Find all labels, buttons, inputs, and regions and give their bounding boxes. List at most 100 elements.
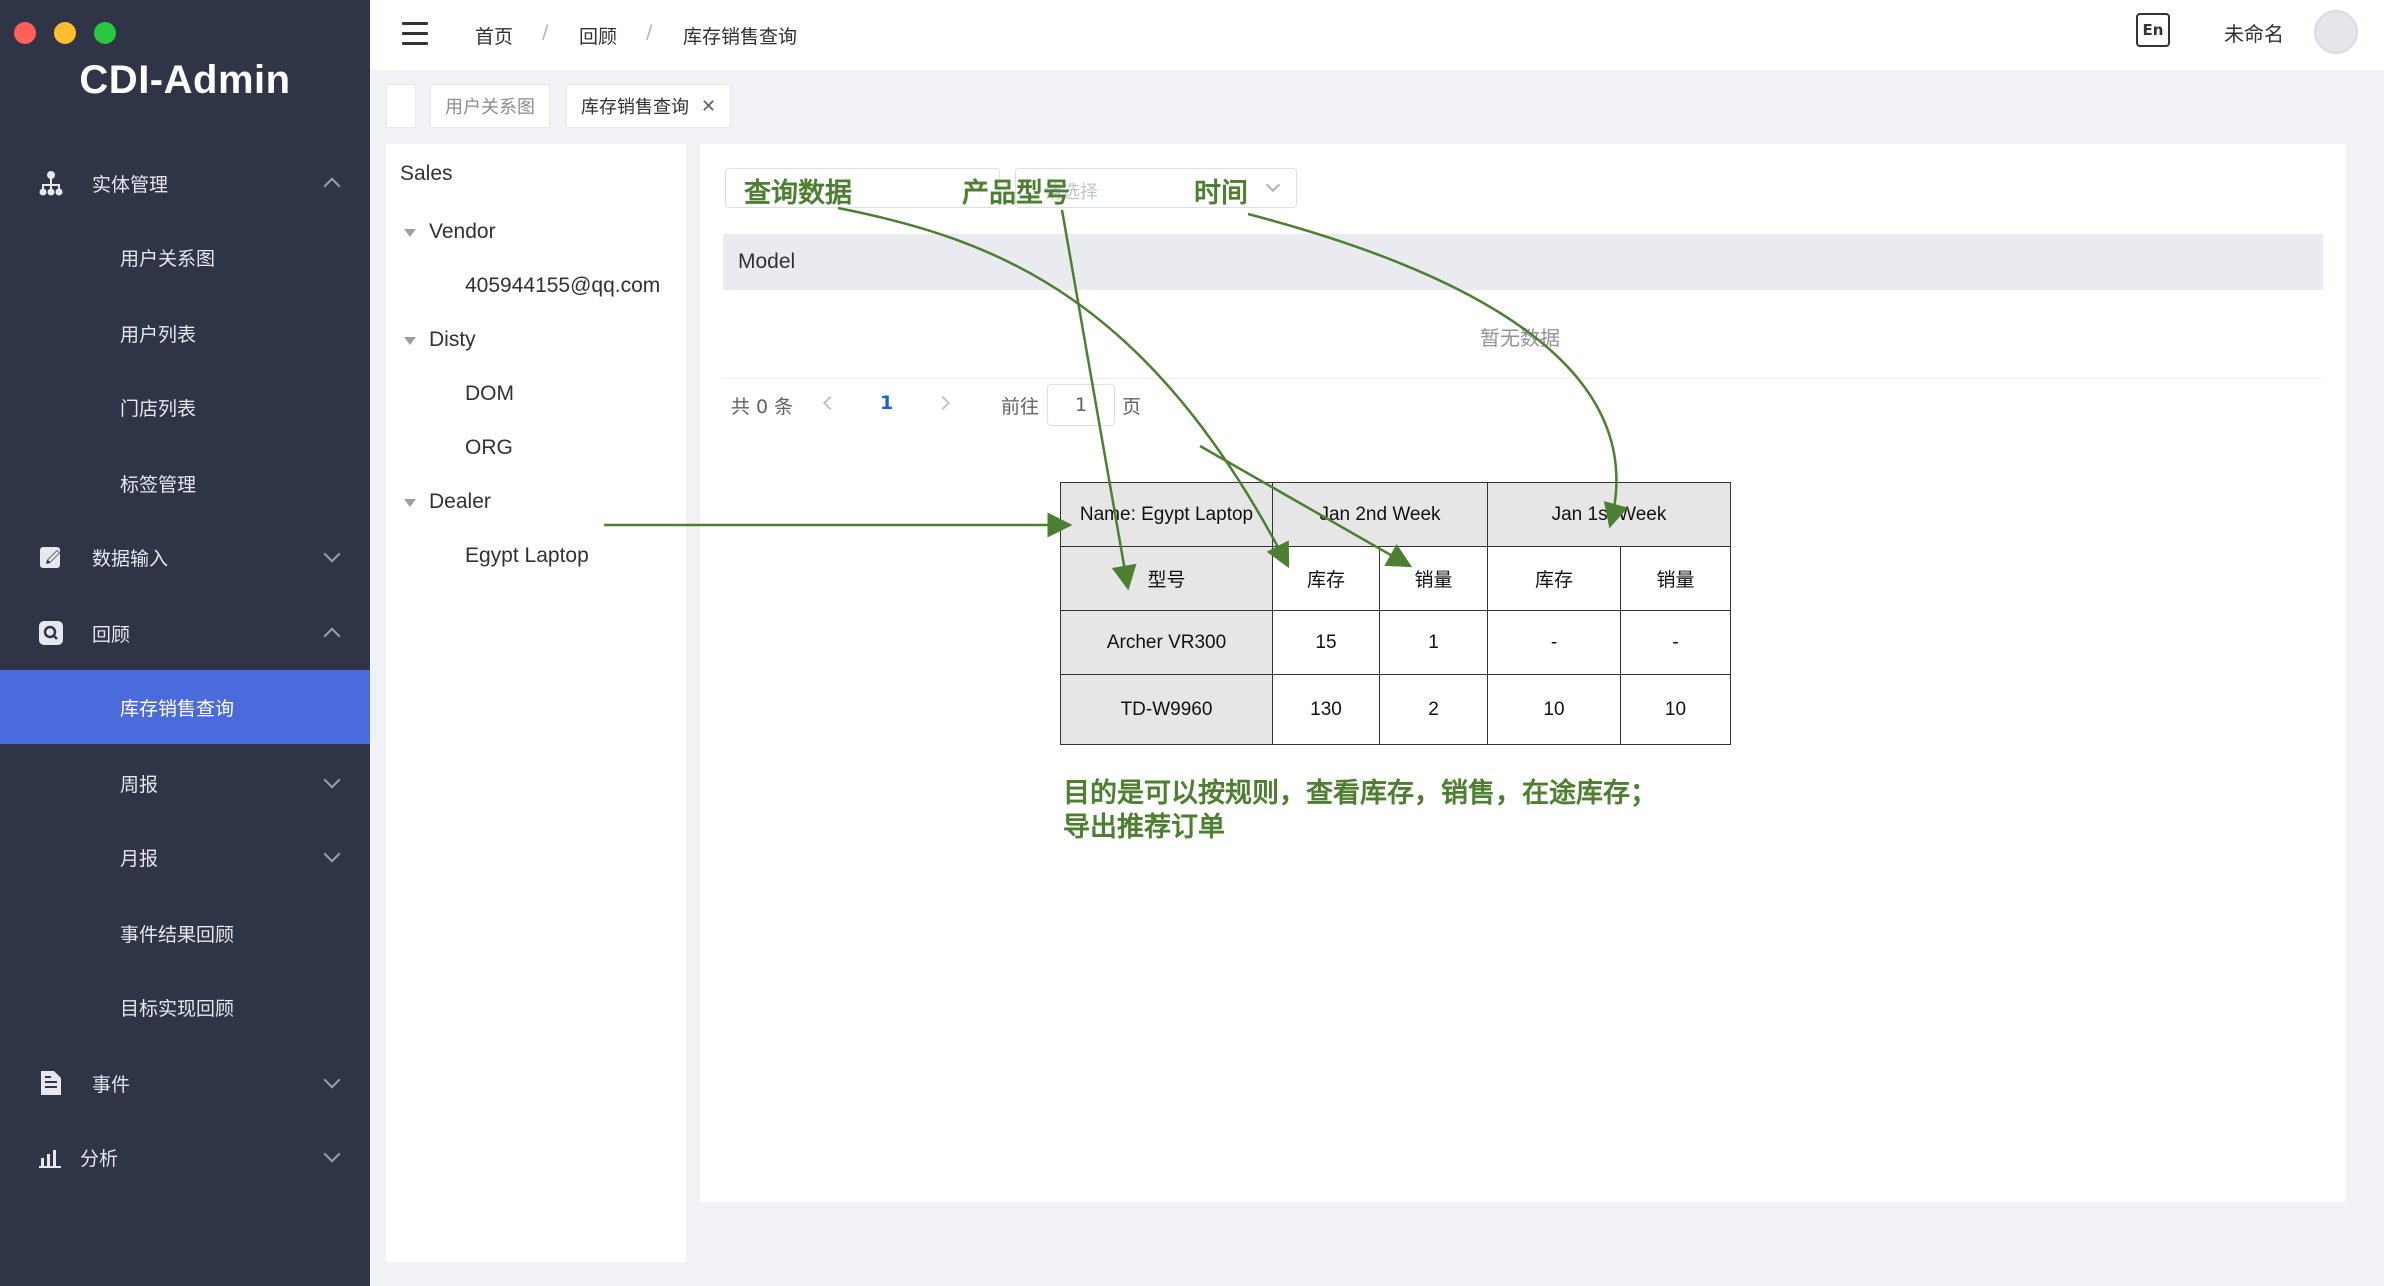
chevron-down-icon (323, 771, 341, 789)
sidebar-item-monthly-report[interactable]: 月报 (0, 820, 370, 894)
sidebar-item-analysis[interactable]: 分析 (0, 1120, 370, 1194)
mock-row-cell: - (1620, 610, 1731, 675)
chevron-up-icon (323, 627, 341, 645)
chevron-down-icon (323, 1071, 341, 1089)
sidebar-item-weekly-report[interactable]: 周报 (0, 746, 370, 820)
sidebar-item-store-list[interactable]: 门店列表 (0, 370, 370, 444)
sidebar-item-label: 数据输入 (92, 547, 169, 570)
breadcrumb-review[interactable]: 回顾 (579, 22, 617, 49)
caret-down-icon[interactable] (404, 229, 416, 237)
document-icon (37, 1069, 65, 1097)
annotation-goal-line1: 目的是可以按规则，查看库存，销售，在途库存； (1063, 778, 1657, 809)
sidebar-item-event-result-review[interactable]: 事件结果回顾 (0, 896, 370, 970)
window-minimize-button[interactable] (54, 22, 76, 44)
tag-placeholder (386, 84, 416, 128)
breadcrumb-separator: / (646, 21, 653, 43)
sidebar-item-label: 事件 (92, 1073, 131, 1096)
sidebar-item-label: 月报 (120, 847, 159, 870)
mock-row-cell: 10 (1620, 674, 1731, 745)
mock-row-model: Archer VR300 (1060, 610, 1273, 675)
column-header-model: Model (738, 250, 796, 273)
tag-inventory-sales-query[interactable]: 库存销售查询 ✕ (566, 84, 732, 128)
username[interactable]: 未命名 (2224, 18, 2284, 47)
sidebar-item-review[interactable]: 回顾 (0, 596, 370, 670)
chevron-down-icon (323, 845, 341, 863)
annotation-time: 时间 (1194, 178, 1248, 209)
sidebar: CDI-Admin 实体管理 用户关系图 用户列表 门店列表 标签管理 数据输入… (0, 0, 370, 1286)
mock-name-cell: Name: Egypt Laptop (1060, 482, 1273, 547)
tree-node-vendor[interactable]: Vendor (429, 220, 496, 244)
caret-down-icon[interactable] (404, 499, 416, 507)
mock-week1-header: Jan 2nd Week (1272, 482, 1488, 547)
tree-leaf[interactable]: Egypt Laptop (465, 544, 589, 568)
pagination-current-page[interactable]: 1 (880, 392, 893, 414)
org-tree-icon (37, 169, 65, 197)
sidebar-item-inventory-sales-query[interactable]: 库存销售查询 (0, 670, 370, 744)
window-maximize-button[interactable] (94, 22, 116, 44)
annotation-goal: 目的是可以按规则，查看库存，销售，在途库存； 导出推荐订单 (1063, 777, 1657, 845)
tree-node-dealer[interactable]: Dealer (429, 490, 491, 514)
chevron-down-icon (1265, 177, 1281, 193)
pagination-page-suffix: 页 (1122, 396, 1142, 418)
mock-sales-header: 销量 (1620, 546, 1731, 611)
tree-node-disty[interactable]: Disty (429, 328, 476, 352)
window-close-button[interactable] (14, 22, 36, 44)
sidebar-item-events[interactable]: 事件 (0, 1046, 370, 1120)
mock-row-cell: 15 (1272, 610, 1380, 675)
sidebar-item-label: 标签管理 (120, 473, 197, 496)
sidebar-item-label: 周报 (120, 773, 159, 796)
sidebar-item-label: 门店列表 (120, 397, 197, 420)
sidebar-item-label: 回顾 (92, 623, 131, 646)
sidebar-item-user-list[interactable]: 用户列表 (0, 296, 370, 370)
mock-row-cell: 1 (1379, 610, 1488, 675)
annotation-goal-line2: 导出推荐订单 (1063, 812, 1225, 843)
hamburger-menu-icon[interactable] (402, 22, 428, 46)
top-header: 首页 / 回顾 / 库存销售查询 En 未命名 (370, 0, 2384, 70)
mock-row-cell: 10 (1487, 674, 1621, 745)
tree-leaf[interactable]: ORG (465, 436, 513, 460)
close-icon[interactable]: ✕ (701, 96, 716, 117)
chevron-up-icon (323, 177, 341, 195)
chevron-down-icon (323, 545, 341, 563)
sidebar-item-goal-review[interactable]: 目标实现回顾 (0, 970, 370, 1044)
mock-sales-header: 销量 (1379, 546, 1488, 611)
tag-label: 用户关系图 (445, 97, 535, 118)
search-icon (37, 619, 65, 647)
table-divider (723, 378, 2323, 379)
annotation-product-model: 产品型号 (962, 178, 1070, 209)
edit-icon (37, 543, 65, 571)
breadcrumb-separator: / (542, 21, 549, 43)
tree-leaf[interactable]: DOM (465, 382, 514, 406)
mock-row-cell: - (1487, 610, 1621, 675)
mock-week2-header: Jan 1st Week (1487, 482, 1731, 547)
sidebar-item-label: 分析 (80, 1147, 119, 1170)
sidebar-item-data-input[interactable]: 数据输入 (0, 520, 370, 594)
pagination-total: 共 0 条 (731, 396, 794, 418)
breadcrumb-home[interactable]: 首页 (475, 22, 513, 49)
mock-stock-header: 库存 (1487, 546, 1621, 611)
sidebar-item-tag-management[interactable]: 标签管理 (0, 446, 370, 520)
sidebar-item-label: 库存销售查询 (120, 697, 235, 720)
org-tree-panel (386, 144, 686, 1262)
sidebar-item-label: 用户关系图 (120, 247, 216, 270)
sidebar-item-label: 目标实现回顾 (120, 997, 235, 1020)
sidebar-item-user-graph[interactable]: 用户关系图 (0, 220, 370, 294)
mock-row-model: TD-W9960 (1060, 674, 1273, 745)
breadcrumb-current: 库存销售查询 (683, 26, 798, 48)
pagination-goto-label: 前往 (1001, 396, 1040, 418)
chevron-down-icon (323, 1145, 341, 1163)
app-brand: CDI-Admin (79, 58, 291, 102)
caret-down-icon[interactable] (404, 337, 416, 345)
tag-label: 库存销售查询 (581, 97, 689, 118)
sidebar-item-entity-management[interactable]: 实体管理 (0, 146, 370, 220)
avatar[interactable] (2314, 10, 2358, 54)
sidebar-item-label: 事件结果回顾 (120, 923, 235, 946)
tree-root[interactable]: Sales (400, 162, 453, 186)
language-switch-icon[interactable]: En (2136, 13, 2170, 47)
sidebar-item-label: 实体管理 (92, 173, 169, 196)
tag-user-graph[interactable]: 用户关系图 (430, 84, 550, 128)
bar-chart-icon (37, 1143, 65, 1171)
tree-leaf[interactable]: 405944155@qq.com (465, 274, 660, 298)
empty-data-text: 暂无数据 (1480, 326, 1560, 350)
pagination-goto-input[interactable]: 1 (1047, 384, 1115, 426)
